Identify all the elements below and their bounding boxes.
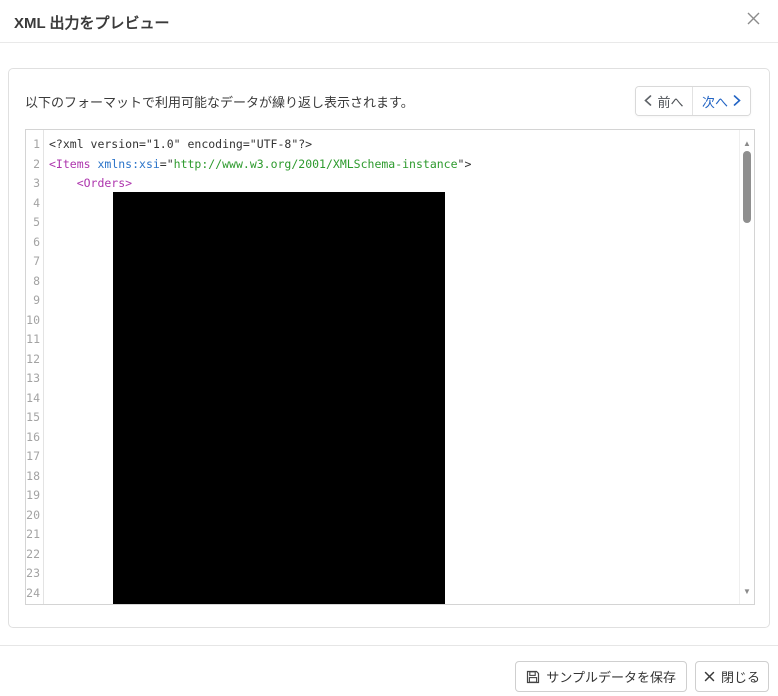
line-number: 19 [26,488,40,502]
save-sample-data-button[interactable]: サンプルデータを保存 [515,661,687,692]
line-number: 5 [33,215,40,229]
code-line: <Items xmlns:xsi="http://www.w3.org/2001… [49,156,472,171]
line-number: 20 [26,507,40,522]
scrollbar-thumb[interactable] [743,151,751,223]
line-number: 14 [26,390,40,405]
scroll-down-button[interactable]: ▼ [740,584,754,598]
line-number: 22 [26,546,40,561]
line-number: 8 [33,273,40,288]
line-number: 13 [26,371,40,385]
line-number: 18 [26,468,40,483]
line-number: 6 [33,234,40,249]
format-description: 以下のフォーマットで利用可能なデータが繰り返し表示されます。 [25,95,414,110]
triangle-down-icon: ▼ [743,586,751,596]
line-number: 1 [33,137,40,151]
x-icon [704,671,715,682]
scroll-up-button[interactable]: ▲ [740,136,754,150]
line-number: 4 [33,195,40,210]
chevron-left-icon [644,94,652,109]
xml-code-editor[interactable]: 1 2 3 4 5 6 7 8 9 10 11 12 13 14 15 16 17 18 19 20 21 22 23 24 … [25,129,755,605]
next-record-button[interactable]: 次へ [693,87,750,115]
dialog-footer: サンプルデータを保存 閉じる [0,645,778,696]
save-sample-data-label: サンプルデータを保存 [546,670,676,685]
line-number: 21 [26,527,40,541]
footer-button-group: サンプルデータを保存 閉じる [515,661,769,692]
close-icon [746,11,761,29]
dialog-close-button[interactable] [740,7,766,33]
line-number: 16 [26,429,40,444]
code-line: <Orders> [49,176,133,190]
close-dialog-label: 閉じる [720,670,760,685]
record-pager: 前へ 次へ [635,86,751,116]
preview-panel: 以下のフォーマットで利用可能なデータが繰り返し表示されます。 前へ 次へ 123… [8,68,770,628]
preview-dialog: XML 出力をプレビュー 以下のフォーマットで利用可能なデータが繰り返し表示され… [0,0,778,696]
line-number: 12 [26,351,40,366]
triangle-up-icon: ▲ [743,138,751,148]
line-number: 2 [33,156,40,171]
editor-scrollbar[interactable]: ▲ ▼ [739,130,754,604]
chevron-right-icon [733,94,741,109]
line-number: 24 [26,585,40,600]
line-number: 11 [26,332,40,346]
prev-record-button[interactable]: 前へ [636,87,693,115]
line-number: 9 [33,293,40,307]
line-number: 3 [33,176,40,190]
next-record-label: 次へ [701,94,728,110]
line-number: 17 [26,449,40,463]
redacted-region [113,192,445,604]
prev-record-label: 前へ [657,94,684,110]
line-number: 15 [26,410,40,424]
line-number: 10 [26,312,40,327]
line-number-gutter: 1 2 3 4 5 6 7 8 9 10 11 12 13 14 15 16 17 18 19 20 21 22 23 24 [26,130,44,604]
code-line: <?xml version="1.0" encoding="UTF-8"?> [49,137,313,151]
dialog-title: XML 出力をプレビュー [14,15,170,32]
floppy-disk-icon [526,670,540,684]
line-number: 7 [33,254,40,268]
line-number: 23 [26,566,40,580]
close-dialog-button[interactable]: 閉じる [694,661,769,692]
dialog-header: XML 出力をプレビュー [0,0,778,43]
